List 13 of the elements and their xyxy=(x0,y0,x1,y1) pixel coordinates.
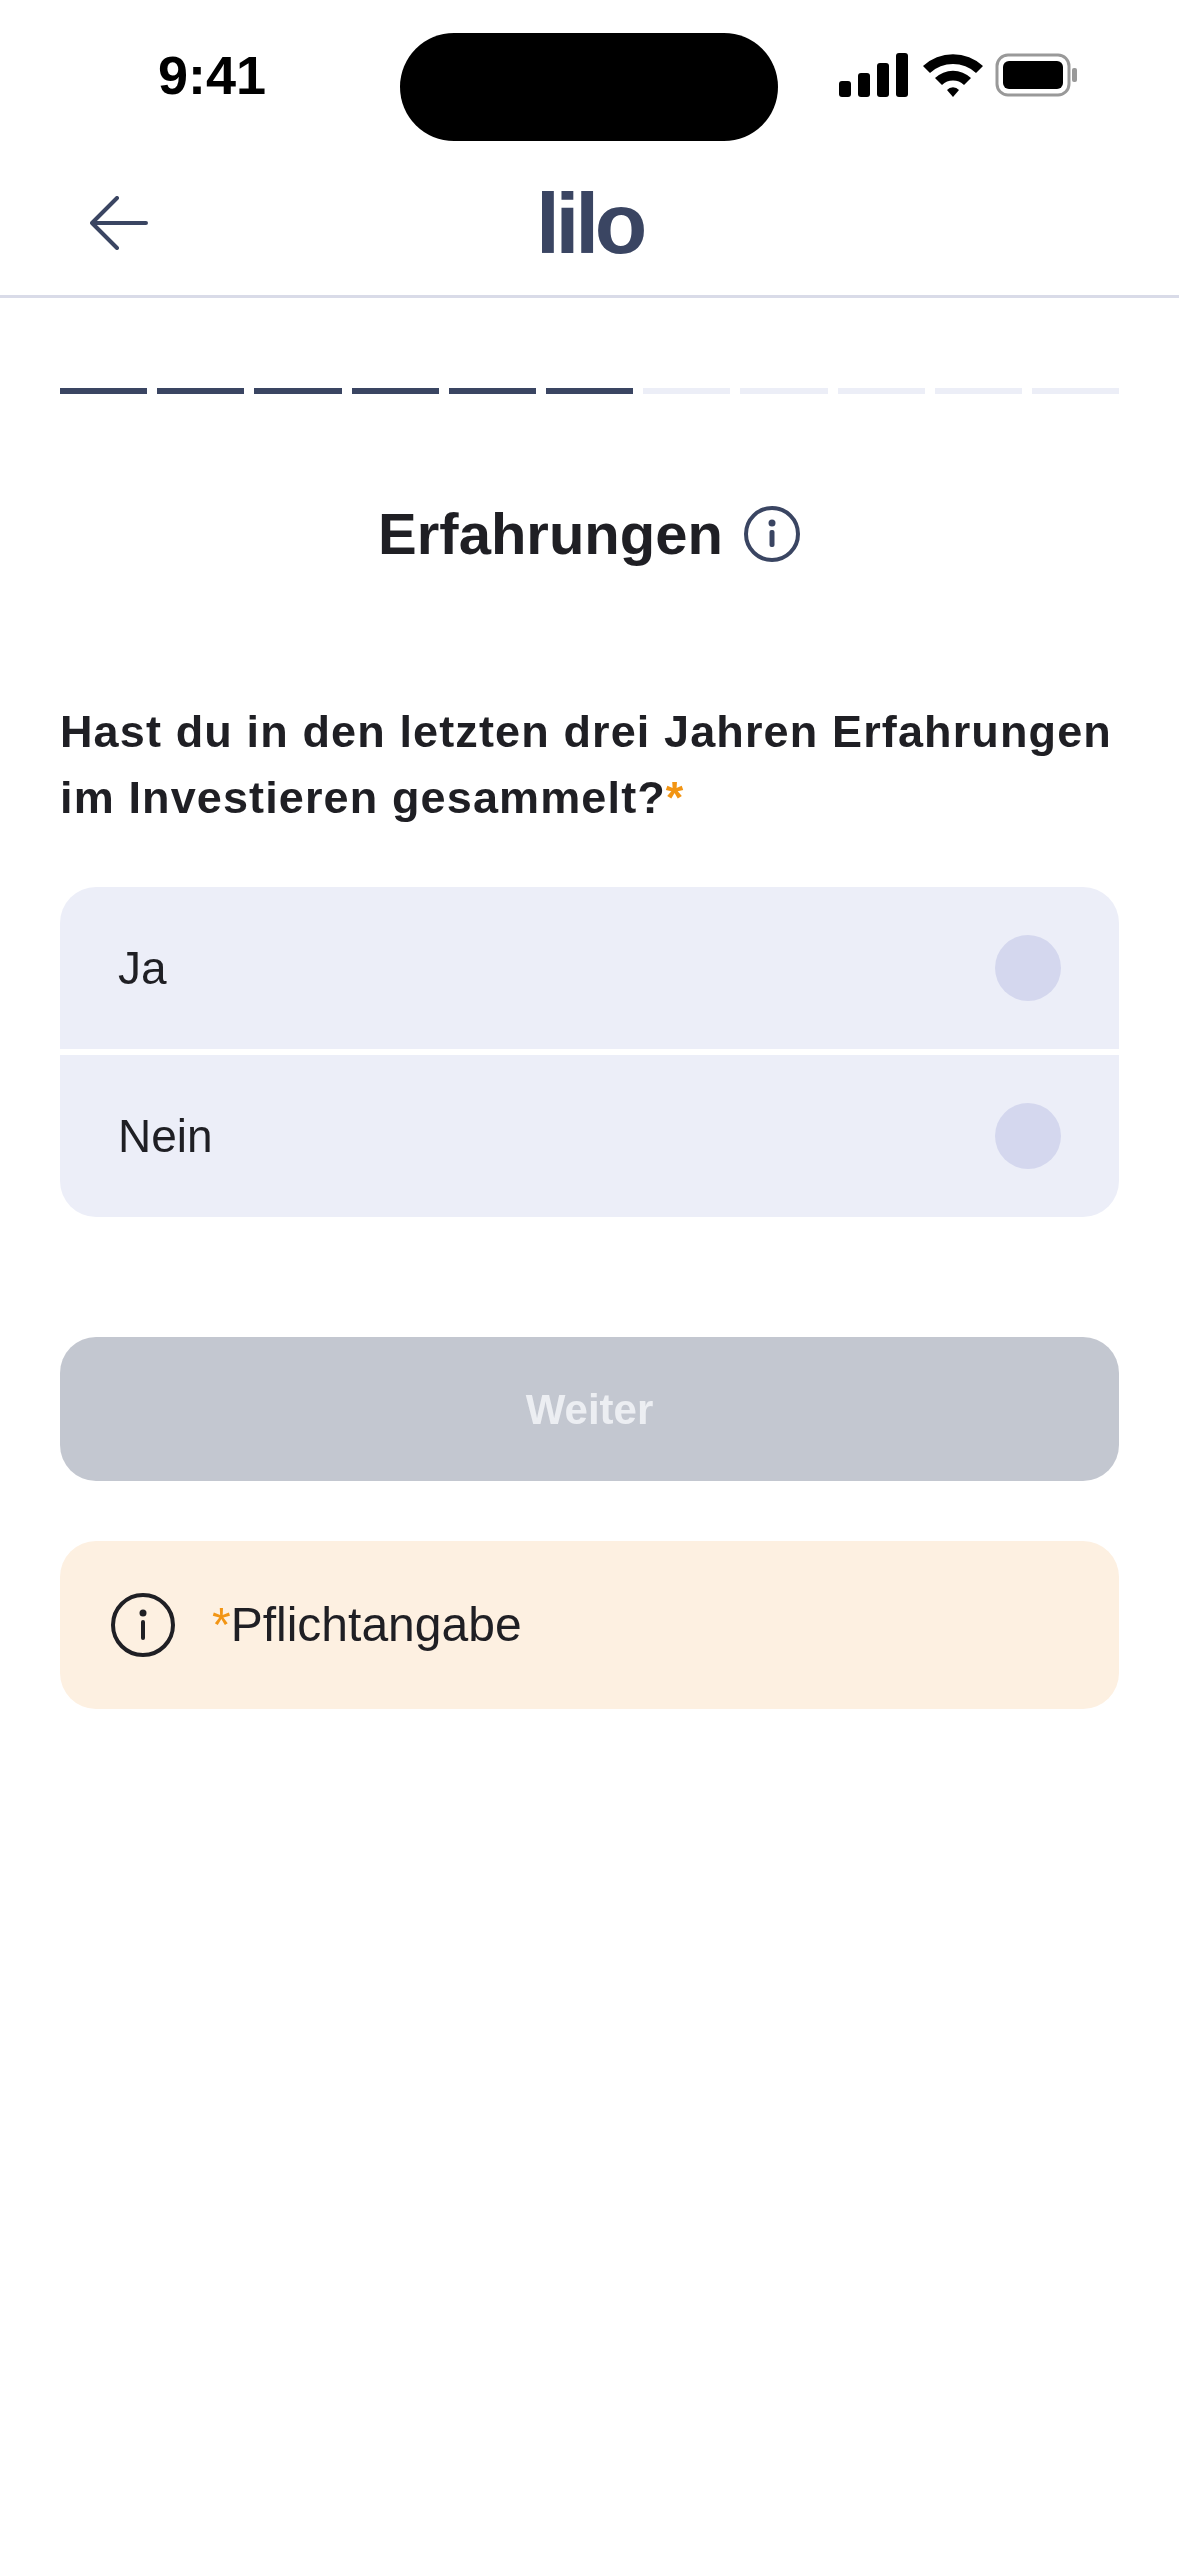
required-note: *Pflichtangabe xyxy=(212,1597,522,1653)
wifi-icon xyxy=(921,52,985,98)
question-text: Hast du in den letzten drei Jahren Erfahrungen im Investieren gesammelt?* xyxy=(60,705,1113,825)
info-icon[interactable] xyxy=(742,504,801,563)
status-time: 9:41 xyxy=(158,43,267,107)
info-icon xyxy=(110,1592,176,1658)
battery-icon xyxy=(995,53,1079,97)
answer-option[interactable]: Nein xyxy=(60,1055,1119,1217)
signal-icon xyxy=(839,53,911,97)
back-arrow-icon xyxy=(90,195,148,250)
answer-option[interactable]: Ja xyxy=(60,887,1119,1049)
page-title: Erfahrungen xyxy=(378,500,723,568)
app-logo: lilo xyxy=(536,179,643,266)
